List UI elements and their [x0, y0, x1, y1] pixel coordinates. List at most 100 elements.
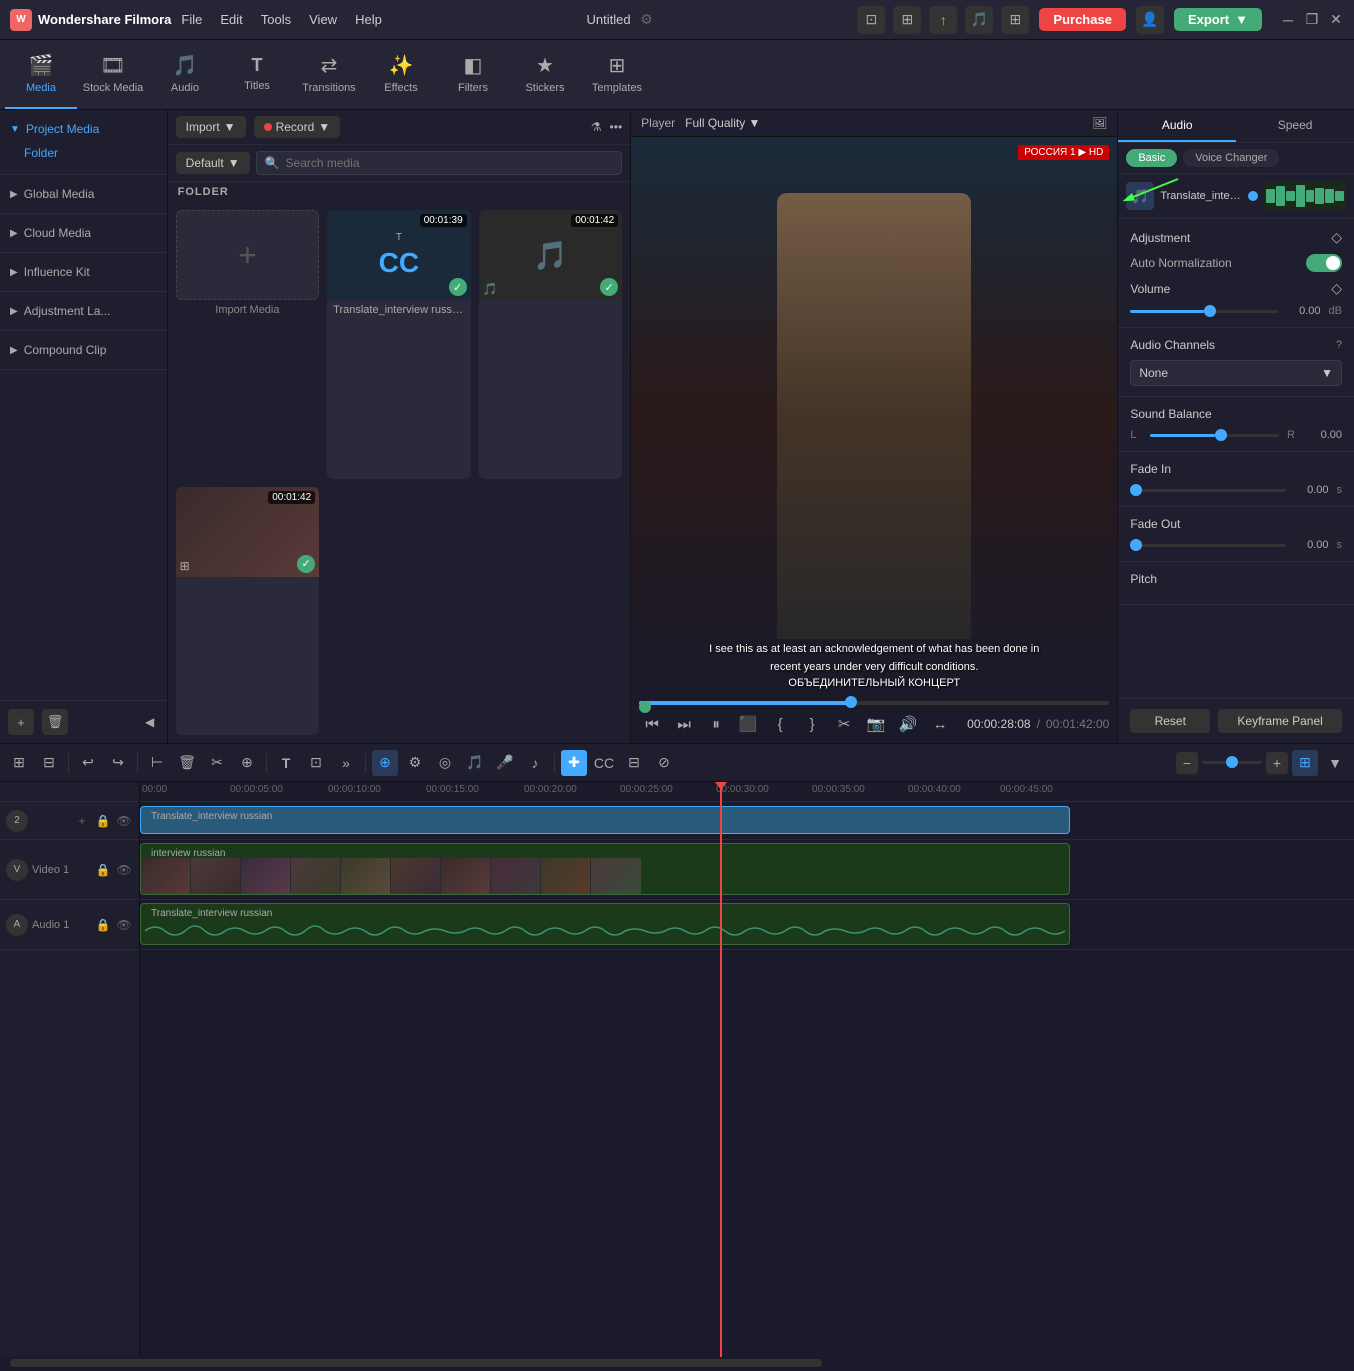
- tl-crop-button[interactable]: ✂: [204, 750, 230, 776]
- record-button[interactable]: Record ▼: [254, 116, 341, 138]
- video-clip[interactable]: interview russian: [140, 843, 1070, 895]
- volume-slider-track[interactable]: [1130, 310, 1277, 313]
- subtab-voice-changer[interactable]: Voice Changer: [1183, 149, 1279, 167]
- nav-media[interactable]: 🎬 Media: [5, 41, 77, 109]
- sound-balance-thumb[interactable]: [1215, 429, 1227, 441]
- global-media-item[interactable]: ▶ Global Media: [10, 183, 157, 205]
- keyframe-panel-button[interactable]: Keyframe Panel: [1218, 709, 1342, 733]
- preview-screenshot-icon[interactable]: 🖼: [1092, 116, 1107, 130]
- icon-btn-4[interactable]: 🎵: [965, 6, 993, 34]
- tl-more-button[interactable]: »: [333, 750, 359, 776]
- nav-templates[interactable]: ⊞ Templates: [581, 41, 653, 109]
- tl-settings-button[interactable]: ⚙: [402, 750, 428, 776]
- nav-stickers[interactable]: ★ Stickers: [509, 41, 581, 109]
- import-button[interactable]: Import ▼: [176, 116, 246, 138]
- filter-icon[interactable]: ⚗: [591, 120, 602, 134]
- icon-btn-3[interactable]: ↑: [929, 6, 957, 34]
- auto-norm-toggle[interactable]: [1306, 254, 1342, 272]
- tl-mic-button[interactable]: 🎤: [492, 750, 518, 776]
- tl-redo-button[interactable]: ↪: [105, 750, 131, 776]
- reset-button[interactable]: Reset: [1130, 709, 1210, 733]
- project-media-item[interactable]: ▼ Project Media: [10, 118, 157, 140]
- icon-btn-1[interactable]: ⊡: [857, 6, 885, 34]
- folder-label[interactable]: Folder: [10, 140, 157, 166]
- menu-tools[interactable]: Tools: [261, 12, 291, 27]
- media-item-video2[interactable]: 00:01:42 ✓ ⊞: [176, 487, 320, 736]
- audio-lock-icon[interactable]: 🔒: [94, 916, 112, 934]
- tl-ungroup-button[interactable]: ⊟: [36, 750, 62, 776]
- fade-in-thumb[interactable]: [1130, 484, 1142, 496]
- tab-audio[interactable]: Audio: [1118, 110, 1236, 142]
- menu-view[interactable]: View: [309, 12, 337, 27]
- tl-group-button[interactable]: ⊞: [6, 750, 32, 776]
- scroll-thumb[interactable]: [10, 1359, 822, 1367]
- subtitle-add-icon[interactable]: +: [73, 812, 91, 830]
- search-input[interactable]: [286, 156, 614, 170]
- subtitle-eye-icon[interactable]: 👁: [115, 812, 133, 830]
- progress-bar[interactable]: [639, 701, 1109, 705]
- subtab-basic[interactable]: Basic: [1126, 149, 1177, 167]
- default-selector[interactable]: Default ▼: [176, 152, 250, 174]
- purchase-button[interactable]: Purchase: [1039, 8, 1126, 31]
- audio-eye-icon[interactable]: 👁: [115, 916, 133, 934]
- mark-in-button[interactable]: {: [767, 711, 793, 737]
- media-item-translate[interactable]: 00:01:39 T CC ✓ Translate_interview russ…: [327, 210, 471, 479]
- tl-more-right-button[interactable]: ▼: [1322, 750, 1348, 776]
- tl-music-button[interactable]: ♪: [522, 750, 548, 776]
- subtitle-clip[interactable]: Translate_interview russian: [140, 806, 1070, 834]
- fade-out-thumb[interactable]: [1130, 539, 1142, 551]
- volume-slider-thumb[interactable]: [1204, 305, 1216, 317]
- sound-balance-track[interactable]: [1150, 434, 1279, 437]
- menu-help[interactable]: Help: [355, 12, 382, 27]
- nav-filters[interactable]: ◧ Filters: [437, 41, 509, 109]
- delete-button[interactable]: 🗑: [42, 709, 68, 735]
- user-avatar[interactable]: 👤: [1136, 6, 1164, 34]
- progress-thumb[interactable]: [845, 696, 857, 708]
- extra-button[interactable]: ↔: [927, 711, 953, 737]
- compound-clip-item[interactable]: ▶ Compound Clip: [10, 339, 157, 361]
- influence-kit-item[interactable]: ▶ Influence Kit: [10, 261, 157, 283]
- video-lock-icon[interactable]: 🔒: [94, 861, 112, 879]
- audio-track-item[interactable]: 🎵 Translate_interview ...: [1118, 174, 1354, 219]
- maximize-button[interactable]: ❐: [1304, 12, 1320, 28]
- nav-transitions[interactable]: ⇄ Transitions: [293, 41, 365, 109]
- export-button[interactable]: Export ▼: [1174, 8, 1262, 31]
- zoom-out-button[interactable]: −: [1176, 752, 1198, 774]
- subtitle-lock-icon[interactable]: 🔒: [94, 812, 112, 830]
- zoom-slider-thumb[interactable]: [1226, 756, 1238, 768]
- next-frame-button[interactable]: ⏭: [671, 711, 697, 737]
- tl-center-button[interactable]: ⊕: [372, 750, 398, 776]
- nav-stock-media[interactable]: 🎞 Stock Media: [77, 41, 149, 109]
- menu-edit[interactable]: Edit: [220, 12, 242, 27]
- media-item-video1[interactable]: 00:01:42 🎵 ✓ 🎵: [479, 210, 623, 479]
- tl-text-button[interactable]: T: [273, 750, 299, 776]
- nav-audio[interactable]: 🎵 Audio: [149, 41, 221, 109]
- fade-out-track[interactable]: [1130, 544, 1285, 547]
- clip-button[interactable]: ✂: [831, 711, 857, 737]
- mark-out-button[interactable]: }: [799, 711, 825, 737]
- pause-button[interactable]: ⏸: [703, 711, 729, 737]
- tl-resize-button[interactable]: ⊡: [303, 750, 329, 776]
- tl-split-button[interactable]: ⊢: [144, 750, 170, 776]
- tl-extend-button[interactable]: ⊕: [234, 750, 260, 776]
- add-media-button[interactable]: +: [176, 210, 320, 300]
- prev-frame-button[interactable]: ⏮: [639, 711, 665, 737]
- audio-channels-help-icon[interactable]: ?: [1336, 339, 1342, 351]
- tl-cut-button[interactable]: ⊘: [651, 750, 677, 776]
- tl-active-button[interactable]: ✚: [561, 750, 587, 776]
- tl-undo-button[interactable]: ↩: [75, 750, 101, 776]
- nav-effects[interactable]: ✨ Effects: [365, 41, 437, 109]
- tl-audio-button[interactable]: 🎵: [462, 750, 488, 776]
- volume-keyframe-icon[interactable]: ◇: [1331, 280, 1342, 297]
- zoom-slider[interactable]: [1202, 761, 1262, 764]
- add-media-item[interactable]: + Import Media: [176, 210, 320, 479]
- zoom-in-button[interactable]: +: [1266, 752, 1288, 774]
- tl-cc-button[interactable]: CC: [591, 750, 617, 776]
- tl-subtitles-button[interactable]: ⊟: [621, 750, 647, 776]
- channel-select[interactable]: None ▼: [1130, 360, 1342, 386]
- close-button[interactable]: ✕: [1328, 12, 1344, 28]
- icon-btn-5[interactable]: ⊞: [1001, 6, 1029, 34]
- more-icon[interactable]: •••: [610, 120, 623, 134]
- grid-view-button[interactable]: ⊞: [1292, 750, 1318, 776]
- menu-file[interactable]: File: [181, 12, 202, 27]
